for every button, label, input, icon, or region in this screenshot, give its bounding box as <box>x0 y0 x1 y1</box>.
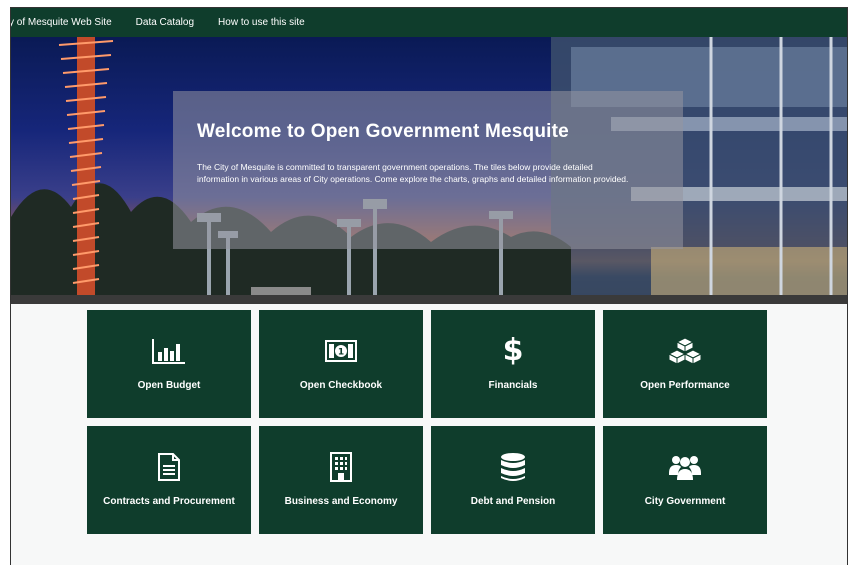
tile-label: Business and Economy <box>284 496 398 507</box>
tile-label: City Government <box>644 496 726 507</box>
bar-chart-icon <box>87 336 251 366</box>
database-icon <box>431 452 595 482</box>
tile-city-government[interactable]: City Government <box>603 426 767 534</box>
building-icon <box>259 452 423 482</box>
tile-label: Contracts and Procurement <box>103 496 235 507</box>
tile-open-performance[interactable]: Open Performance <box>603 310 767 418</box>
tile-contracts-procurement[interactable]: Contracts and Procurement <box>87 426 251 534</box>
nav-link-how-to-use[interactable]: How to use this site <box>218 17 305 28</box>
svg-text:1: 1 <box>338 348 344 358</box>
money-icon: 1 <box>259 336 423 366</box>
nav-link-city-website[interactable]: y of Mesquite Web Site <box>11 17 112 28</box>
cubes-icon <box>603 336 767 366</box>
top-nav: y of Mesquite Web Site Data Catalog How … <box>11 8 847 37</box>
nav-link-data-catalog[interactable]: Data Catalog <box>136 17 194 28</box>
tile-open-checkbook[interactable]: 1 Open Checkbook <box>259 310 423 418</box>
tile-financials[interactable]: $ Financials <box>431 310 595 418</box>
tile-label: Open Budget <box>137 380 201 391</box>
tile-debt-pension[interactable]: Debt and Pension <box>431 426 595 534</box>
tile-open-budget[interactable]: Open Budget <box>87 310 251 418</box>
tile-label: Open Performance <box>640 380 730 391</box>
page-frame: y of Mesquite Web Site Data Catalog How … <box>10 7 848 565</box>
welcome-panel: Welcome to Open Government Mesquite The … <box>173 91 683 249</box>
welcome-title: Welcome to Open Government Mesquite <box>197 121 569 142</box>
tile-label: Financials <box>488 380 538 391</box>
welcome-description: The City of Mesquite is committed to tra… <box>197 162 629 184</box>
hero-banner: Welcome to Open Government Mesquite The … <box>11 37 847 304</box>
dollar-icon: $ <box>502 333 524 368</box>
tile-business-economy[interactable]: Business and Economy <box>259 426 423 534</box>
document-icon <box>87 452 251 482</box>
tile-label: Open Checkbook <box>299 380 383 391</box>
tile-label: Debt and Pension <box>470 496 556 507</box>
users-icon <box>603 452 767 482</box>
